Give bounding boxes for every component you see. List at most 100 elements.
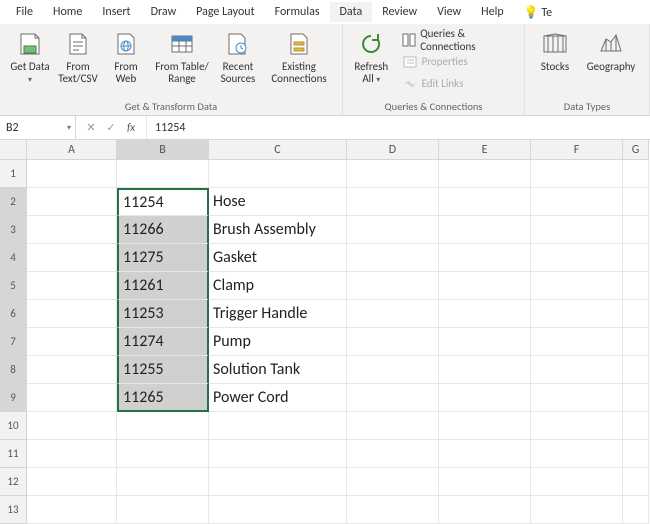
cell-F12[interactable]: [531, 468, 623, 496]
cell-D1[interactable]: [347, 160, 439, 188]
from-web-button[interactable]: From Web: [102, 27, 150, 97]
col-header-A[interactable]: A: [27, 140, 117, 160]
cell-F11[interactable]: [531, 440, 623, 468]
cell-F1[interactable]: [531, 160, 623, 188]
cell-C8[interactable]: Solution Tank: [209, 356, 347, 384]
cell-E4[interactable]: [439, 244, 531, 272]
cell-B1[interactable]: [117, 160, 209, 188]
from-table-range-button[interactable]: From Table/ Range: [150, 27, 214, 97]
cell-G1[interactable]: [623, 160, 649, 188]
tab-tell-me[interactable]: 💡 Te: [514, 2, 562, 23]
cell-D10[interactable]: [347, 412, 439, 440]
row-header-12[interactable]: 12: [0, 468, 27, 496]
row-header-5[interactable]: 5: [0, 272, 27, 300]
cell-B10[interactable]: [117, 412, 209, 440]
cell-F6[interactable]: [531, 300, 623, 328]
row-header-11[interactable]: 11: [0, 440, 27, 468]
cell-D9[interactable]: [347, 384, 439, 412]
cell-F9[interactable]: [531, 384, 623, 412]
tab-review[interactable]: Review: [372, 2, 427, 22]
get-data-button[interactable]: Get Data ▾: [6, 27, 54, 97]
cell-E8[interactable]: [439, 356, 531, 384]
col-header-F[interactable]: F: [531, 140, 623, 160]
cell-B4[interactable]: 11275: [117, 244, 209, 272]
col-header-D[interactable]: D: [347, 140, 439, 160]
cell-C3[interactable]: Brush Assembly: [209, 216, 347, 244]
col-header-C[interactable]: C: [209, 140, 347, 160]
cell-E13[interactable]: [439, 496, 531, 524]
insert-function-button[interactable]: fx: [122, 119, 140, 137]
cell-D12[interactable]: [347, 468, 439, 496]
cell-D4[interactable]: [347, 244, 439, 272]
cell-D2[interactable]: [347, 188, 439, 216]
cell-C2[interactable]: Hose: [209, 188, 347, 216]
existing-connections-button[interactable]: Existing Connections: [262, 27, 336, 97]
cell-A13[interactable]: [27, 496, 117, 524]
cell-C13[interactable]: [209, 496, 347, 524]
cell-C10[interactable]: [209, 412, 347, 440]
cell-G11[interactable]: [623, 440, 649, 468]
tab-formulas[interactable]: Formulas: [265, 2, 330, 22]
cell-A2[interactable]: [27, 188, 117, 216]
tab-file[interactable]: File: [6, 2, 43, 22]
cancel-formula-button[interactable]: ✕: [82, 119, 100, 137]
cell-G2[interactable]: [623, 188, 649, 216]
tab-page-layout[interactable]: Page Layout: [186, 2, 264, 22]
from-text-csv-button[interactable]: From Text/CSV: [54, 27, 102, 97]
row-header-2[interactable]: 2: [0, 188, 27, 216]
cell-C11[interactable]: [209, 440, 347, 468]
cell-D7[interactable]: [347, 328, 439, 356]
cell-B7[interactable]: 11274: [117, 328, 209, 356]
cell-G9[interactable]: [623, 384, 649, 412]
row-header-4[interactable]: 4: [0, 244, 27, 272]
tab-help[interactable]: Help: [471, 2, 514, 22]
cell-A8[interactable]: [27, 356, 117, 384]
cell-E5[interactable]: [439, 272, 531, 300]
cell-G13[interactable]: [623, 496, 649, 524]
cell-G12[interactable]: [623, 468, 649, 496]
cell-D8[interactable]: [347, 356, 439, 384]
recent-sources-button[interactable]: Recent Sources: [214, 27, 262, 97]
cell-A7[interactable]: [27, 328, 117, 356]
cell-E1[interactable]: [439, 160, 531, 188]
cell-E6[interactable]: [439, 300, 531, 328]
cell-A3[interactable]: [27, 216, 117, 244]
cell-C6[interactable]: Trigger Handle: [209, 300, 347, 328]
row-header-7[interactable]: 7: [0, 328, 27, 356]
cell-C5[interactable]: Clamp: [209, 272, 347, 300]
row-header-9[interactable]: 9: [0, 384, 27, 412]
cell-B6[interactable]: 11253: [117, 300, 209, 328]
col-header-B[interactable]: B: [117, 140, 209, 160]
cell-B13[interactable]: [117, 496, 209, 524]
stocks-button[interactable]: Stocks: [531, 27, 579, 97]
cell-B11[interactable]: [117, 440, 209, 468]
cell-D5[interactable]: [347, 272, 439, 300]
cell-A11[interactable]: [27, 440, 117, 468]
cell-C1[interactable]: [209, 160, 347, 188]
row-header-6[interactable]: 6: [0, 300, 27, 328]
cell-G10[interactable]: [623, 412, 649, 440]
col-header-E[interactable]: E: [439, 140, 531, 160]
cell-C4[interactable]: Gasket: [209, 244, 347, 272]
cell-G4[interactable]: [623, 244, 649, 272]
cell-D6[interactable]: [347, 300, 439, 328]
queries-connections-button[interactable]: Queries & Connections: [398, 30, 518, 50]
row-header-13[interactable]: 13: [0, 496, 27, 524]
cell-E12[interactable]: [439, 468, 531, 496]
dropdown-icon[interactable]: ▾: [67, 123, 71, 133]
select-all-corner[interactable]: [0, 140, 27, 160]
cell-A12[interactable]: [27, 468, 117, 496]
tab-data[interactable]: Data: [330, 2, 373, 22]
cell-F5[interactable]: [531, 272, 623, 300]
cell-C7[interactable]: Pump: [209, 328, 347, 356]
row-header-3[interactable]: 3: [0, 216, 27, 244]
cell-F3[interactable]: [531, 216, 623, 244]
cell-E11[interactable]: [439, 440, 531, 468]
cell-E9[interactable]: [439, 384, 531, 412]
edit-links-button[interactable]: Edit Links: [398, 74, 518, 94]
cell-B9[interactable]: 11265: [117, 384, 209, 412]
col-header-G[interactable]: G: [623, 140, 649, 160]
cell-D3[interactable]: [347, 216, 439, 244]
cell-G6[interactable]: [623, 300, 649, 328]
cell-G3[interactable]: [623, 216, 649, 244]
